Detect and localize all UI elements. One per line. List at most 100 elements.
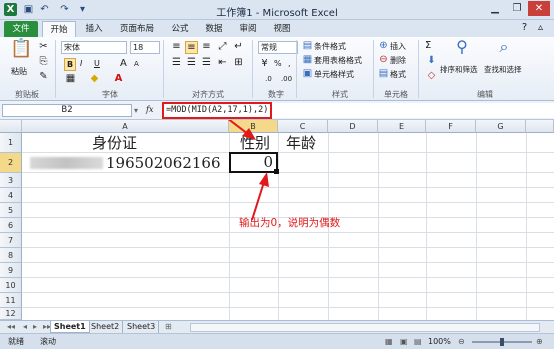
cell-styles-icon[interactable]: ▣ (301, 68, 314, 81)
zoom-slider-thumb[interactable] (500, 338, 504, 346)
format-painter-icon[interactable]: ✎ (37, 71, 50, 84)
fx-button[interactable]: fx (146, 104, 153, 115)
divider (252, 40, 253, 98)
shrink-font-button[interactable]: A (134, 59, 139, 70)
fill-color-icon[interactable]: ◆ (88, 73, 101, 86)
delete-icon[interactable]: ⊖ (377, 54, 390, 67)
copy-icon[interactable]: ⎘ (37, 56, 50, 69)
font-color-icon[interactable]: A (112, 73, 125, 86)
page-break-view-icon[interactable]: ▤ (414, 334, 422, 349)
status-scroll: 滚动 (40, 337, 56, 346)
paste-icon[interactable]: 📋 (10, 40, 32, 65)
indent-icon[interactable]: ⇤ (216, 57, 229, 70)
tab-review[interactable]: 审阅 (232, 21, 264, 37)
conditional-format-icon[interactable]: ▤ (301, 40, 314, 53)
insert-button[interactable]: 插入 (390, 41, 406, 52)
ribbon-min-icon[interactable]: ▵ (534, 22, 547, 35)
border-icon[interactable]: ▦ (64, 73, 77, 86)
divider (55, 40, 56, 98)
horizontal-scrollbar[interactable] (190, 323, 540, 332)
status-bar: 就绪 滚动 ▦ ▣ ▤ 100% ⊖ ⊕ (0, 333, 554, 349)
tab-formulas[interactable]: 公式 (164, 21, 196, 37)
sort-filter-icon[interactable]: ⚲ (452, 39, 472, 61)
tab-insert[interactable]: 插入 (78, 21, 110, 37)
autosum-button[interactable]: Σ (425, 40, 431, 51)
number-format-select[interactable]: 常规 (258, 41, 298, 54)
window-title: 工作簿1 - Microsoft Excel (216, 8, 338, 19)
format-button[interactable]: 格式 (390, 69, 406, 80)
group-alignment: 对齐方式 (192, 90, 224, 99)
italic-button[interactable]: I (80, 58, 82, 69)
align-center-icon[interactable]: ☰ (185, 57, 198, 70)
tab-page-layout[interactable]: 页面布局 (112, 21, 162, 37)
insert-icon[interactable]: ⊕ (377, 40, 390, 53)
percent-button[interactable]: % (274, 58, 282, 69)
first-sheet-icon[interactable]: ◂◂ (4, 321, 18, 333)
bold-button[interactable]: B (64, 58, 77, 71)
clear-icon[interactable]: ◇ (425, 70, 438, 83)
name-box-dropdown-icon[interactable]: ▾ (134, 105, 138, 116)
formula-highlight-box (162, 102, 272, 119)
decrease-decimal-icon[interactable]: .00 (280, 73, 293, 86)
next-sheet-icon[interactable]: ▸ (30, 321, 40, 333)
align-right-icon[interactable]: ☰ (200, 57, 213, 70)
close-icon[interactable]: ✕ (528, 1, 550, 16)
zoom-level[interactable]: 100% (428, 334, 451, 349)
minimize-icon[interactable]: ▁ (484, 1, 506, 16)
tab-home[interactable]: 开始 (42, 21, 76, 37)
normal-view-icon[interactable]: ▦ (385, 334, 393, 349)
zoom-in-icon[interactable]: ⊕ (536, 334, 543, 349)
underline-button[interactable]: U (94, 58, 100, 69)
name-box[interactable]: B2 (2, 104, 132, 117)
wrap-text-icon[interactable]: ↵ (232, 41, 245, 54)
format-icon[interactable]: ▤ (377, 68, 390, 81)
font-name-select[interactable]: 宋体 (61, 41, 127, 54)
conditional-format-button[interactable]: 条件格式 (314, 41, 346, 52)
font-size-select[interactable]: 18 (130, 41, 160, 54)
currency-icon[interactable]: ¥ (258, 58, 271, 71)
group-font: 字体 (102, 90, 118, 99)
restore-icon[interactable]: ❐ (506, 1, 528, 16)
increase-decimal-icon[interactable]: .0 (262, 73, 275, 86)
sheet-tab-2[interactable]: Sheet2 (88, 321, 124, 333)
tab-view[interactable]: 视图 (266, 21, 298, 37)
group-number: 数字 (268, 90, 284, 99)
table-format-icon[interactable]: ▦ (301, 54, 314, 67)
delete-button[interactable]: 删除 (390, 55, 406, 66)
group-styles: 样式 (332, 90, 348, 99)
cut-icon[interactable]: ✂ (37, 41, 50, 54)
page-layout-view-icon[interactable]: ▣ (400, 334, 408, 349)
align-bottom-icon[interactable]: ≡ (200, 41, 213, 54)
new-sheet-icon[interactable]: ⊞ (162, 321, 175, 333)
text-orientation-icon[interactable]: ⤢ (216, 41, 229, 54)
zoom-out-icon[interactable]: ⊖ (458, 334, 465, 349)
sheet-tab-3[interactable]: Sheet3 (124, 321, 160, 333)
align-middle-icon[interactable]: ≡ (185, 41, 198, 54)
ribbon: 📋 粘贴 ✂ ⎘ ✎ 剪贴板 宋体 18 B I U A A ▦ ◆ A 字体 … (0, 37, 554, 101)
prev-sheet-icon[interactable]: ◂ (20, 321, 30, 333)
align-top-icon[interactable]: ≡ (170, 41, 183, 54)
divider (296, 40, 297, 98)
table-format-button[interactable]: 套用表格格式 (314, 55, 362, 66)
paste-label[interactable]: 粘贴 (11, 66, 27, 77)
group-clipboard: 剪贴板 (15, 90, 39, 99)
formula-bar: B2 ▾ fx =MOD(MID(A2,17,1),2) (0, 101, 554, 120)
divider (163, 40, 164, 98)
divider (373, 40, 374, 98)
find-select-icon[interactable]: ⌕ (494, 39, 514, 61)
tab-data[interactable]: 数据 (198, 21, 230, 37)
find-select-button[interactable]: 查找和选择 (484, 64, 522, 75)
sort-filter-button[interactable]: 排序和筛选 (440, 64, 478, 75)
align-left-icon[interactable]: ☰ (170, 57, 183, 70)
help-icon[interactable]: ? (518, 22, 531, 35)
sheet-tab-1[interactable]: Sheet1 (50, 321, 90, 333)
group-cells: 单元格 (384, 90, 408, 99)
grow-font-button[interactable]: A (120, 58, 127, 69)
fill-icon[interactable]: ⬇ (425, 55, 438, 68)
ribbon-tabs: 文件 开始 插入 页面布局 公式 数据 审阅 视图 ? ▵ (0, 20, 554, 37)
cell-styles-button[interactable]: 单元格样式 (314, 69, 354, 80)
tab-file[interactable]: 文件 (4, 21, 38, 37)
comma-button[interactable]: , (288, 58, 291, 69)
merge-icon[interactable]: ⊞ (232, 57, 245, 70)
divider (418, 40, 419, 98)
